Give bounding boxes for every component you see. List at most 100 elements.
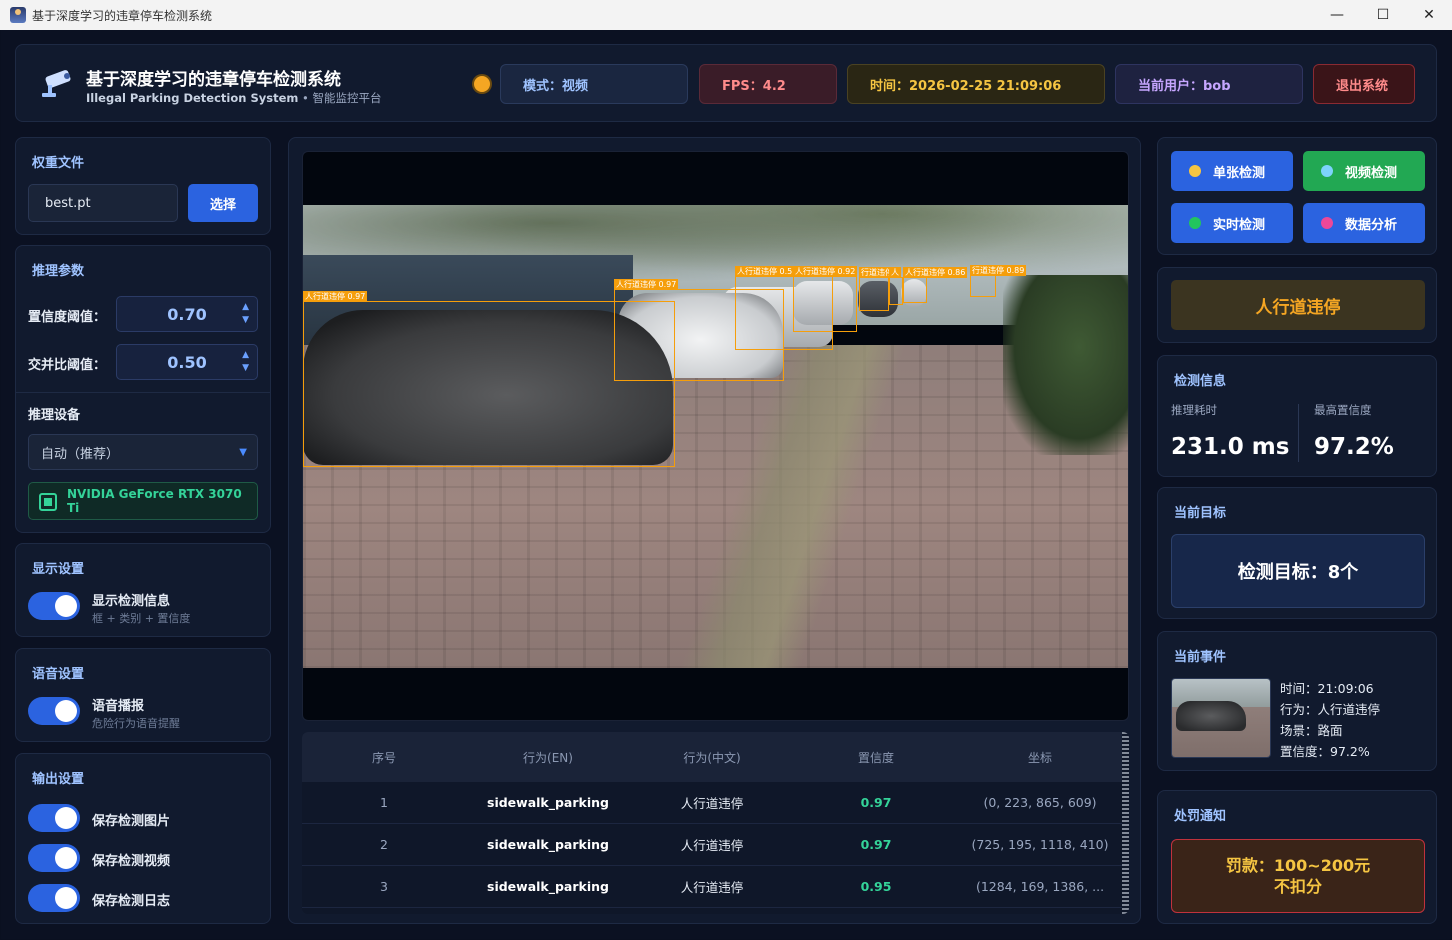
detection-box: 人 bbox=[889, 267, 903, 305]
violation-panel: 人行道违停 bbox=[1157, 267, 1437, 343]
output-panel: 输出设置 保存检测图片 保存检测视频 保存检测日志 bbox=[15, 753, 271, 924]
iou-threshold-spinbox[interactable]: 0.50 ▲ ▼ bbox=[116, 344, 258, 380]
penalty-notice: 罚款：100~200元 不扣分 bbox=[1171, 839, 1425, 913]
table-scrollbar[interactable] bbox=[1122, 732, 1129, 914]
detection-box: 行道违停 0.89 bbox=[970, 265, 1027, 297]
detection-box: 人行道违停 0.92 bbox=[793, 266, 858, 332]
video-frame-image: 人行道违停 0.97 人行道违停 0.97 人行道违停 0.5 人行道违停 0.… bbox=[303, 205, 1128, 668]
header-behavior-en: 行为(EN) bbox=[523, 750, 573, 765]
video-detect-button[interactable]: 视频检测 bbox=[1303, 151, 1425, 191]
conf-threshold-value: 0.70 bbox=[167, 304, 207, 324]
penalty-title: 处罚通知 bbox=[1174, 809, 1227, 824]
minimize-icon: — bbox=[1330, 7, 1344, 23]
current-target-panel: 当前目标 检测目标：8个 bbox=[1157, 487, 1437, 619]
current-violation: 人行道违停 bbox=[1171, 280, 1425, 330]
conf-spin-arrows[interactable]: ▲ ▼ bbox=[242, 301, 249, 327]
time-badge: 时间：2026-02-25 21:09:06 bbox=[847, 64, 1105, 104]
weights-title: 权重文件 bbox=[32, 156, 85, 171]
app-icon bbox=[10, 7, 26, 23]
current-event-panel: 当前事件 时间：21:09:06 行为：人行道违停 场景：路面 置信度：97.2… bbox=[1157, 631, 1437, 771]
device-label: 推理设备 bbox=[28, 408, 81, 423]
app-subtitle-en: Illegal Parking Detection System bbox=[86, 91, 299, 105]
conf-threshold-spinbox[interactable]: 0.70 ▲ ▼ bbox=[116, 296, 258, 332]
target-count: 检测目标：8个 bbox=[1171, 534, 1425, 608]
live-detect-button[interactable]: 实时检测 bbox=[1171, 203, 1293, 243]
window-title: 基于深度学习的违章停车检测系统 bbox=[32, 8, 213, 23]
close-button[interactable]: ✕ bbox=[1406, 0, 1452, 30]
device-select[interactable]: 自动（推荐） ▼ bbox=[28, 434, 258, 470]
gpu-name: NVIDIA GeForce RTX 3070 Ti bbox=[67, 487, 242, 515]
save-log-label: 保存检测日志 bbox=[92, 894, 171, 909]
spin-up-icon[interactable]: ▲ bbox=[242, 349, 249, 362]
voice-title: 语音设置 bbox=[32, 667, 85, 682]
display-panel: 显示设置 显示检测信息 框 + 类别 + 置信度 bbox=[15, 543, 271, 637]
cell-index: 2 bbox=[380, 837, 388, 852]
spin-down-icon[interactable]: ▼ bbox=[242, 314, 249, 327]
weight-file-input[interactable]: best.pt bbox=[28, 184, 178, 222]
cell-confidence: 0.95 bbox=[860, 879, 892, 894]
mode-badge: 模式：视频 bbox=[500, 64, 688, 104]
single-detect-button[interactable]: 单张检测 bbox=[1171, 151, 1293, 191]
cell-behavior-cn: 人行道违停 bbox=[680, 880, 744, 895]
inference-time-label: 推理耗时 bbox=[1171, 403, 1217, 417]
show-detection-sub: 框 + 类别 + 置信度 bbox=[92, 612, 191, 625]
save-video-toggle[interactable] bbox=[28, 844, 80, 872]
gpu-chip-icon bbox=[39, 493, 57, 511]
close-icon: ✕ bbox=[1423, 7, 1435, 23]
spin-down-icon[interactable]: ▼ bbox=[242, 362, 249, 375]
current-target-title: 当前目标 bbox=[1174, 506, 1227, 521]
header-bar: 基于深度学习的违章停车检测系统 Illegal Parking Detectio… bbox=[15, 44, 1437, 122]
cell-coords: (1284, 169, 1386, ... bbox=[975, 879, 1105, 894]
app-title: 基于深度学习的违章停车检测系统 bbox=[86, 70, 341, 90]
display-title: 显示设置 bbox=[32, 562, 85, 577]
dot-icon bbox=[1321, 165, 1333, 177]
inference-title: 推理参数 bbox=[32, 264, 85, 279]
header-behavior-cn: 行为(中文) bbox=[683, 750, 741, 765]
cell-behavior-en: sidewalk_parking bbox=[487, 879, 609, 894]
penalty-points: 不扣分 bbox=[1273, 877, 1322, 896]
detection-label: 人 bbox=[889, 267, 901, 278]
window-titlebar: 基于深度学习的违章停车检测系统 — ☐ ✕ bbox=[0, 0, 1452, 30]
cell-index: 3 bbox=[380, 879, 388, 894]
video-display: 人行道违停 0.97 人行道违停 0.97 人行道违停 0.5 人行道违停 0.… bbox=[302, 151, 1129, 721]
inference-panel: 推理参数 置信度阈值： 0.70 ▲ ▼ 交并比阈值： 0.50 ▲ ▼ 推理设备 … bbox=[15, 245, 271, 533]
cell-confidence: 0.97 bbox=[860, 837, 892, 852]
table-row[interactable]: 3 sidewalk_parking 人行道违停 0.95 (1284, 169… bbox=[302, 866, 1122, 908]
center-panel: 人行道违停 0.97 人行道违停 0.97 人行道违停 0.5 人行道违停 0.… bbox=[288, 137, 1141, 924]
cell-behavior-en: sidewalk_parking bbox=[487, 795, 609, 810]
event-time: 时间：21:09:06 bbox=[1280, 681, 1374, 696]
dot-icon bbox=[1189, 165, 1201, 177]
table-row[interactable]: 1 sidewalk_parking 人行道违停 0.97 (0, 223, 8… bbox=[302, 782, 1122, 824]
iou-spin-arrows[interactable]: ▲ ▼ bbox=[242, 349, 249, 375]
select-weight-button[interactable]: 选择 bbox=[188, 184, 258, 222]
header-index: 序号 bbox=[371, 750, 396, 765]
header-confidence: 置信度 bbox=[857, 750, 894, 765]
detection-label: 人行道违停 0.97 bbox=[303, 291, 368, 302]
maximize-button[interactable]: ☐ bbox=[1360, 0, 1406, 30]
app-subtitle-cn: • 智能监控平台 bbox=[298, 91, 382, 105]
dot-icon bbox=[1189, 217, 1201, 229]
fps-badge: FPS：4.2 bbox=[699, 64, 837, 104]
thumb-car bbox=[1176, 701, 1246, 731]
save-image-toggle[interactable] bbox=[28, 804, 80, 832]
show-detection-toggle[interactable] bbox=[28, 592, 80, 620]
event-confidence: 置信度：97.2% bbox=[1280, 744, 1370, 759]
voice-toggle[interactable] bbox=[28, 697, 80, 725]
current-event-title: 当前事件 bbox=[1174, 650, 1227, 665]
save-video-label: 保存检测视频 bbox=[92, 854, 171, 869]
inference-time-value: 231.0 ms bbox=[1171, 434, 1290, 460]
data-analysis-button[interactable]: 数据分析 bbox=[1303, 203, 1425, 243]
mode-panel: 单张检测 视频检测 实时检测 数据分析 bbox=[1157, 137, 1437, 255]
max-confidence-value: 97.2% bbox=[1314, 434, 1394, 460]
table-row[interactable]: 2 sidewalk_parking 人行道违停 0.97 (725, 195,… bbox=[302, 824, 1122, 866]
event-thumbnail[interactable] bbox=[1171, 678, 1271, 758]
detection-label: 人行道违停 0.92 bbox=[793, 266, 858, 277]
event-behavior: 行为：人行道违停 bbox=[1280, 702, 1381, 717]
detection-box: 人行道违停 0.86 bbox=[903, 267, 968, 303]
voice-sub: 危险行为语音提醒 bbox=[92, 717, 180, 730]
exit-button[interactable]: 退出系统 bbox=[1313, 64, 1415, 104]
minimize-button[interactable]: — bbox=[1314, 0, 1360, 30]
header-coords: 坐标 bbox=[1027, 750, 1052, 765]
spin-up-icon[interactable]: ▲ bbox=[242, 301, 249, 314]
save-log-toggle[interactable] bbox=[28, 884, 80, 912]
